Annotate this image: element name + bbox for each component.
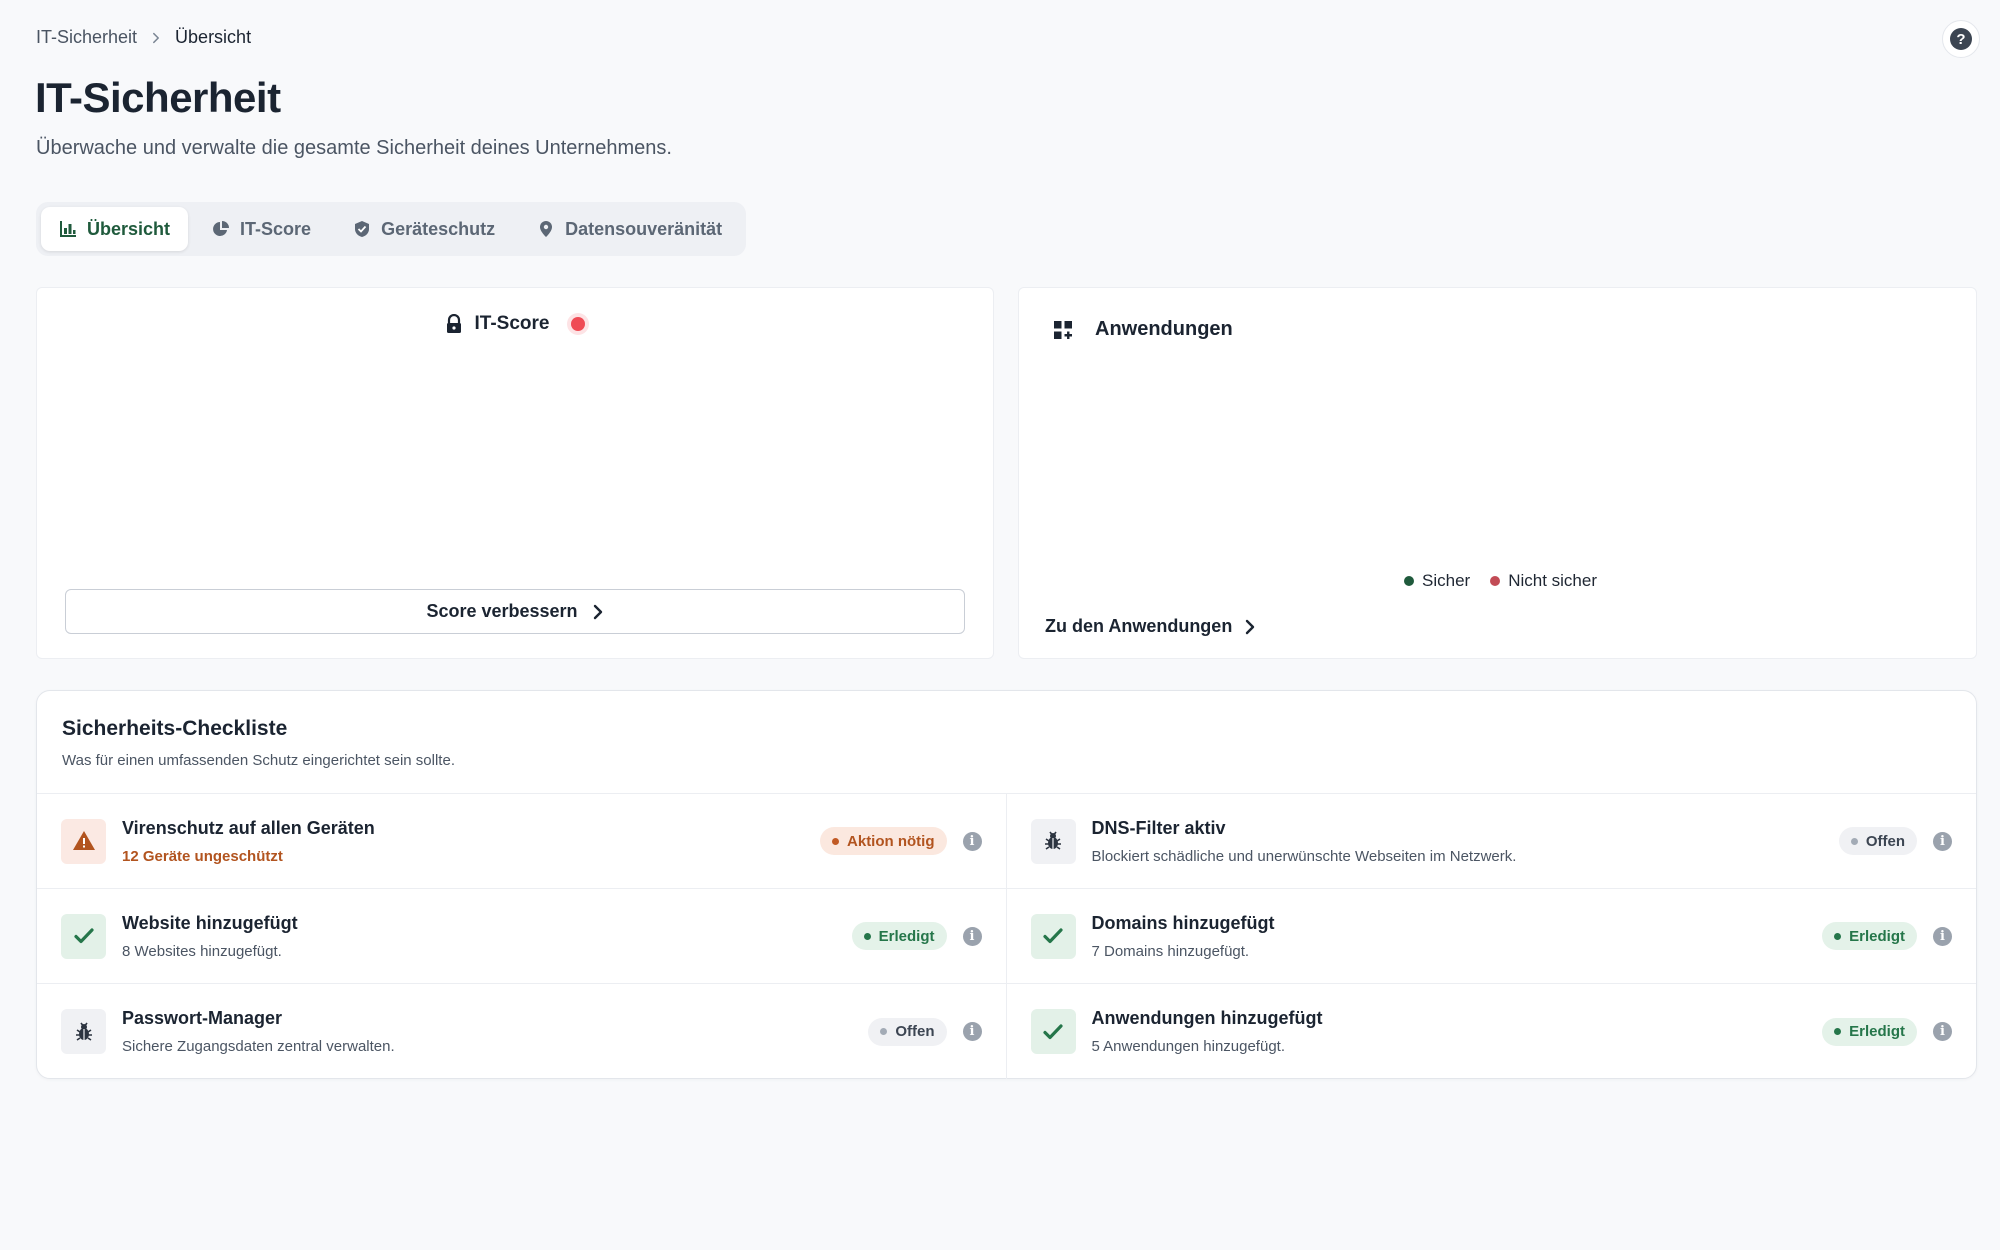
checklist-item-desc: Blockiert schädliche und unerwünschte We… (1091, 847, 1517, 865)
status-badge: Erledigt (851, 922, 947, 950)
apps-add-icon (1054, 320, 1072, 339)
info-icon[interactable]: i (1933, 1022, 1952, 1041)
bar-chart-icon (60, 221, 76, 237)
checklist-item-name: Passwort-Manager (122, 1008, 283, 1028)
shield-check-icon (355, 221, 370, 237)
it-score-card: IT-Score Score verbessern (36, 287, 994, 659)
tab-label: IT-Score (240, 218, 312, 239)
bug-icon (1030, 818, 1076, 864)
checklist-item-name: DNS-Filter aktiv (1091, 817, 1226, 838)
checklist-item-desc: 12 Geräte ungeschützt (122, 847, 283, 865)
checklist-item-antivirus[interactable]: Virenschutz auf allen Geräten 12 Geräte … (37, 794, 1007, 889)
checklist-item-desc: 8 Websites hinzugefügt. (122, 942, 282, 960)
checklist-item-website[interactable]: Website hinzugefügt 8 Websites hinzugefü… (37, 889, 1007, 984)
status-indicator (571, 317, 586, 331)
status-badge: Erledigt (1822, 922, 1917, 950)
improve-score-label: Score verbessern (426, 601, 578, 621)
breadcrumb-root[interactable]: IT-Sicherheit (36, 27, 137, 48)
security-checklist: Sicherheits-Checkliste Was für einen umf… (36, 690, 1977, 1079)
tab-it-score[interactable]: IT-Score (194, 207, 329, 251)
checklist-item-desc: Sichere Zugangsdaten zentral verwalten. (122, 1038, 395, 1055)
breadcrumb: IT-Sicherheit Übersicht (36, 27, 251, 48)
checklist-grid: Virenschutz auf allen Geräten 12 Geräte … (37, 793, 1976, 1079)
pie-chart-icon (213, 221, 230, 236)
checklist-item-password-manager[interactable]: Passwort-Manager Sichere Zugangsdaten ze… (37, 984, 1007, 1079)
warning-icon (61, 818, 106, 864)
status-badge: Aktion nötig (820, 827, 947, 855)
chevron-right-icon (593, 604, 602, 619)
tab-uebersicht[interactable]: Übersicht (41, 207, 189, 251)
applications-title: Anwendungen (1095, 318, 1233, 340)
info-icon[interactable]: i (962, 1022, 982, 1041)
check-icon (1030, 1009, 1076, 1054)
applications-header: Anwendungen (1053, 318, 1233, 341)
chevron-right-icon (1246, 619, 1255, 634)
go-to-applications-link[interactable]: Zu den Anwendungen (1045, 616, 1256, 637)
status-badge: Offen (1838, 827, 1917, 855)
it-score-header: IT-Score (37, 313, 993, 335)
tab-bar: Übersicht IT-Score Geräteschutz Datensou… (36, 202, 746, 256)
checklist-item-dns-filter[interactable]: DNS-Filter aktiv Blockiert schädliche un… (1006, 794, 1976, 889)
legend-dot (1404, 576, 1414, 586)
info-icon[interactable]: i (1933, 926, 1952, 946)
info-icon[interactable]: i (962, 831, 982, 851)
question-icon: ? (1950, 28, 1972, 50)
chart-legend: Sicher Nicht sicher (1404, 571, 1597, 591)
go-to-applications-label: Zu den Anwendungen (1045, 616, 1233, 636)
tab-geraeteschutz[interactable]: Geräteschutz (335, 207, 513, 251)
legend-label: Sicher (1422, 571, 1471, 590)
tab-label: Datensouveränität (565, 218, 723, 239)
map-pin-icon (540, 221, 553, 237)
chevron-right-icon (153, 32, 160, 43)
checklist-item-desc: 7 Domains hinzugefügt. (1091, 942, 1250, 960)
applications-card: Anwendungen Sicher Nicht sicher Zu den A… (1018, 287, 1977, 659)
checklist-item-name: Anwendungen hinzugefügt (1091, 1008, 1323, 1028)
checklist-item-desc: 5 Anwendungen hinzugefügt. (1091, 1038, 1286, 1055)
info-icon[interactable]: i (962, 926, 982, 946)
status-badge: Erledigt (1822, 1017, 1917, 1046)
legend-label: Nicht sicher (1508, 571, 1597, 590)
breadcrumb-current: Übersicht (175, 27, 252, 47)
legend-item-unsafe: Nicht sicher (1490, 571, 1597, 591)
tab-datensouveraenitaet[interactable]: Datensouveränität (519, 207, 740, 251)
help-button[interactable]: ? (1942, 20, 1980, 58)
improve-score-button[interactable]: Score verbessern (65, 589, 965, 634)
checklist-subtitle: Was für einen umfassenden Schutz eingeri… (62, 752, 455, 769)
legend-item-safe: Sicher (1404, 571, 1470, 591)
info-icon[interactable]: i (1933, 831, 1952, 851)
it-score-title: IT-Score (474, 313, 550, 334)
check-icon (1030, 913, 1076, 959)
status-badge: Offen (868, 1017, 947, 1046)
bug-icon (61, 1009, 106, 1054)
tab-label: Geräteschutz (381, 218, 496, 239)
tab-label: Übersicht (87, 218, 171, 239)
checklist-item-name: Virenschutz auf allen Geräten (122, 817, 375, 838)
checklist-item-name: Website hinzugefügt (122, 912, 298, 933)
checklist-item-domains[interactable]: Domains hinzugefügt 7 Domains hinzugefüg… (1006, 889, 1976, 984)
checklist-item-name: Domains hinzugefügt (1091, 912, 1275, 933)
page-title: IT-Sicherheit (35, 74, 281, 121)
page-subtitle: Überwache und verwalte die gesamte Siche… (36, 137, 672, 159)
checklist-title: Sicherheits-Checkliste (62, 717, 288, 740)
check-icon (61, 913, 106, 959)
checklist-item-applications[interactable]: Anwendungen hinzugefügt 5 Anwendungen hi… (1007, 984, 1977, 1079)
legend-dot (1490, 576, 1501, 586)
lock-icon (446, 314, 461, 333)
